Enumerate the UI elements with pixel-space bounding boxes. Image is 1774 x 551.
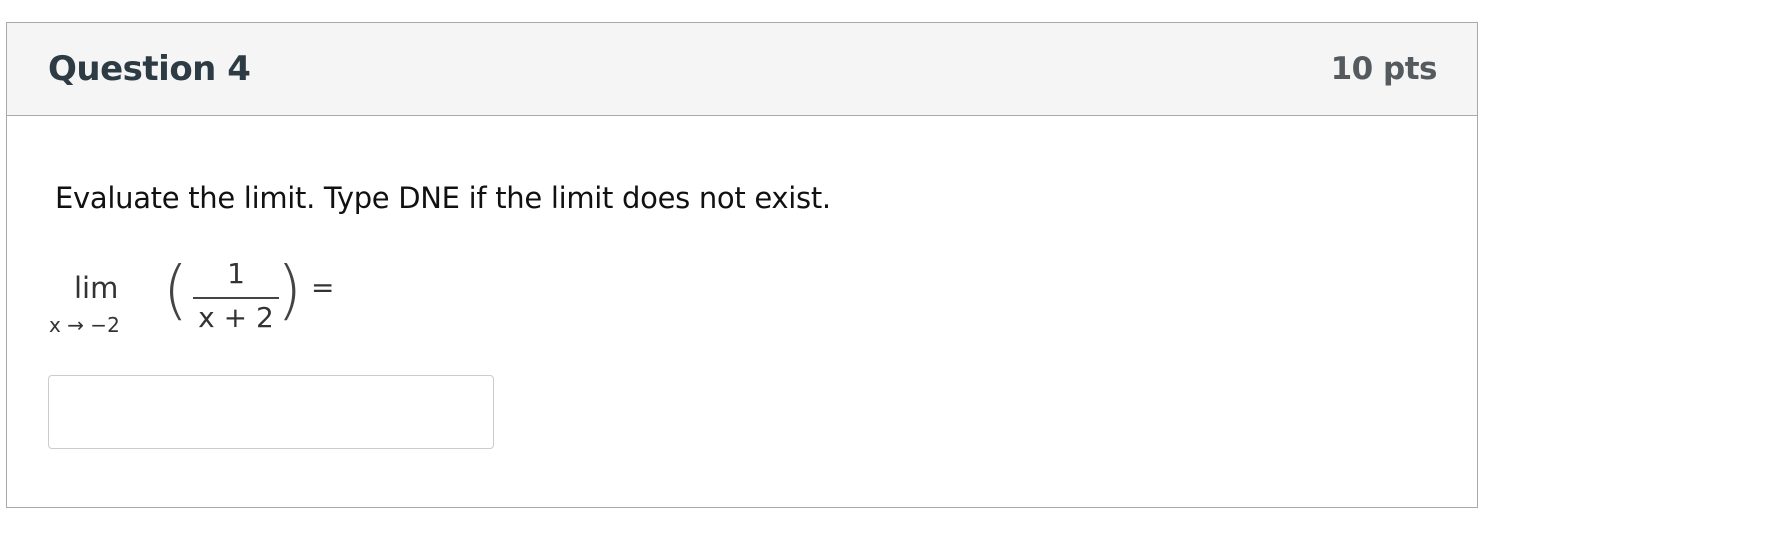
fraction-denominator: x + 2 bbox=[198, 301, 274, 334]
left-parenthesis: ( bbox=[163, 254, 188, 328]
right-parenthesis: ) bbox=[277, 254, 302, 328]
limit-subscript: x → −2 bbox=[49, 313, 120, 337]
question-prompt: Evaluate the limit. Type DNE if the limi… bbox=[55, 181, 831, 215]
question-title: Question 4 bbox=[48, 49, 251, 89]
fraction-bar bbox=[193, 297, 279, 299]
limit-operator: lim bbox=[74, 271, 119, 305]
question-card: Question 4 10 pts Evaluate the limit. Ty… bbox=[6, 22, 1478, 508]
question-header: Question 4 10 pts bbox=[7, 23, 1477, 116]
equals-sign: = bbox=[311, 271, 335, 304]
fraction-numerator: 1 bbox=[227, 257, 245, 290]
answer-input[interactable] bbox=[48, 375, 494, 449]
limit-expression: lim x → −2 ( 1 x + 2 ) = bbox=[47, 254, 334, 349]
question-points: 10 pts bbox=[1330, 51, 1438, 87]
